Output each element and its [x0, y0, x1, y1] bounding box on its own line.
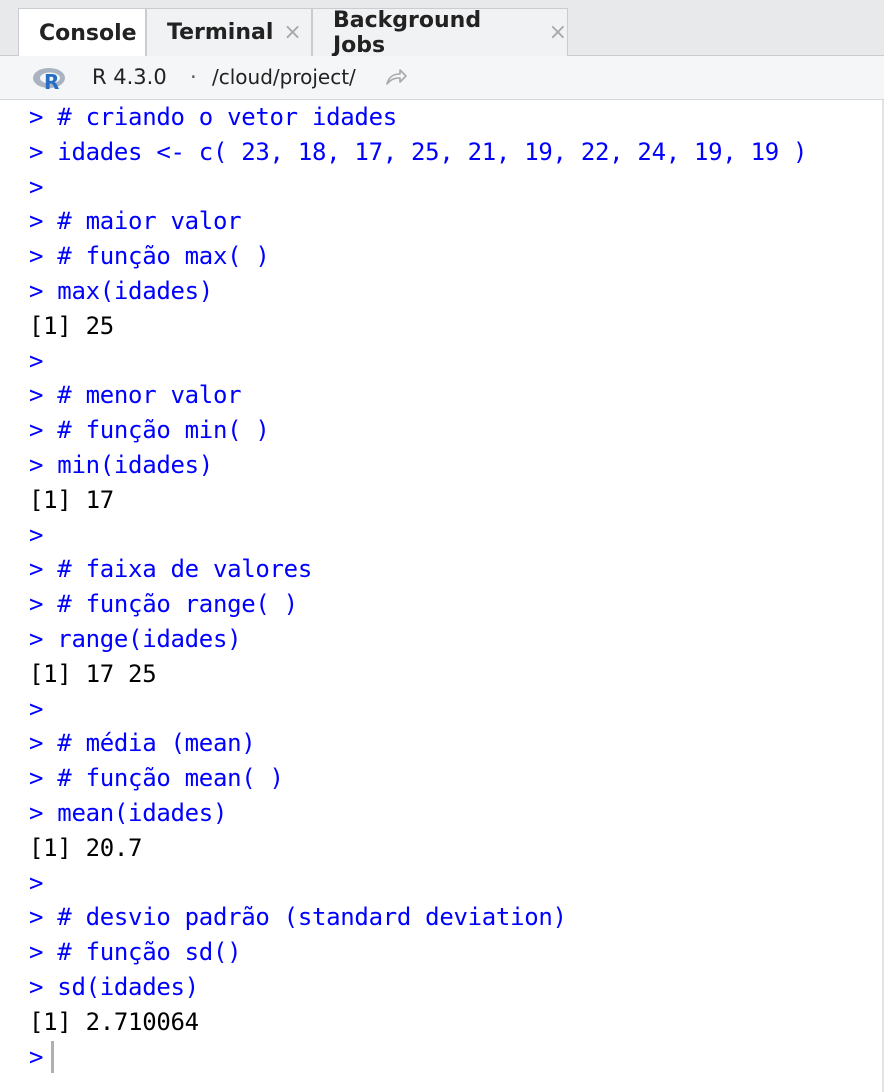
console-output-line: [1] 2.710064: [29, 1007, 199, 1036]
console-input-line: > idades <- c( 23, 18, 17, 25, 21, 19, 2…: [29, 137, 808, 166]
text-cursor: [51, 1040, 55, 1073]
pane-tab-bar: Console Terminal × Background Jobs ×: [0, 0, 884, 58]
console-input-line: > min(idades): [29, 450, 213, 479]
console-input-line: >: [29, 520, 44, 549]
tab-terminal[interactable]: Terminal ×: [146, 8, 312, 56]
tab-background-jobs[interactable]: Background Jobs ×: [312, 7, 568, 58]
r-logo-icon: R: [33, 68, 65, 93]
console-input-line: > # média (mean): [29, 729, 256, 758]
close-icon[interactable]: ×: [283, 20, 301, 45]
working-directory-path: /cloud/project/: [212, 65, 356, 89]
tab-console-label: Console: [39, 20, 137, 46]
console-input-line: > # faixa de valores: [29, 555, 312, 584]
console-input-line: > # criando o vetor idades: [29, 103, 397, 131]
console-input-line: > # função max( ): [29, 242, 270, 271]
console-output-line: [1] 25: [29, 311, 114, 340]
console-input-line: > # função range( ): [29, 590, 298, 619]
console-input-line: > # desvio padrão (standard deviation): [29, 903, 567, 932]
console-input-line: >: [29, 694, 44, 723]
toolbar-separator: ·: [190, 65, 197, 89]
tab-background-jobs-label: Background Jobs: [333, 7, 482, 58]
console-input-line: >: [29, 346, 44, 375]
console-prompt-line[interactable]: >: [29, 1040, 884, 1075]
tab-terminal-label: Terminal: [167, 20, 274, 45]
close-icon[interactable]: ×: [549, 20, 567, 45]
console-output-line: [1] 17 25: [29, 659, 157, 688]
console-input-line: > mean(idades): [29, 798, 228, 827]
console-input-line: > range(idades): [29, 624, 242, 653]
console-input-line: >: [29, 868, 44, 897]
console-input-line: > max(idades): [29, 276, 213, 305]
console-input-line: > # maior valor: [29, 207, 242, 236]
console-toolbar: R R 4.3.0 · /cloud/project/: [0, 56, 884, 100]
console-output-line: [1] 20.7: [29, 833, 143, 862]
console-prompt: >: [29, 1042, 44, 1071]
rstudio-console-pane: Console Terminal × Background Jobs × R R…: [0, 0, 884, 1092]
console-input-line: > sd(idades): [29, 972, 199, 1001]
tab-console[interactable]: Console: [18, 8, 146, 57]
console-input-line: > # menor valor: [29, 381, 242, 410]
console-input-line: >: [29, 172, 44, 201]
r-version-label: R 4.3.0: [92, 65, 167, 89]
console-input-line: > # função mean( ): [29, 764, 284, 793]
svg-text:R: R: [44, 70, 59, 93]
console-output-line: [1] 17: [29, 485, 114, 514]
console-input-line: > # função min( ): [29, 416, 270, 445]
console-output[interactable]: > # criando o vetor idades > idades <- c(…: [0, 100, 884, 1092]
go-to-directory-icon[interactable]: [384, 66, 408, 88]
console-input-line: > # função sd(): [29, 938, 242, 967]
